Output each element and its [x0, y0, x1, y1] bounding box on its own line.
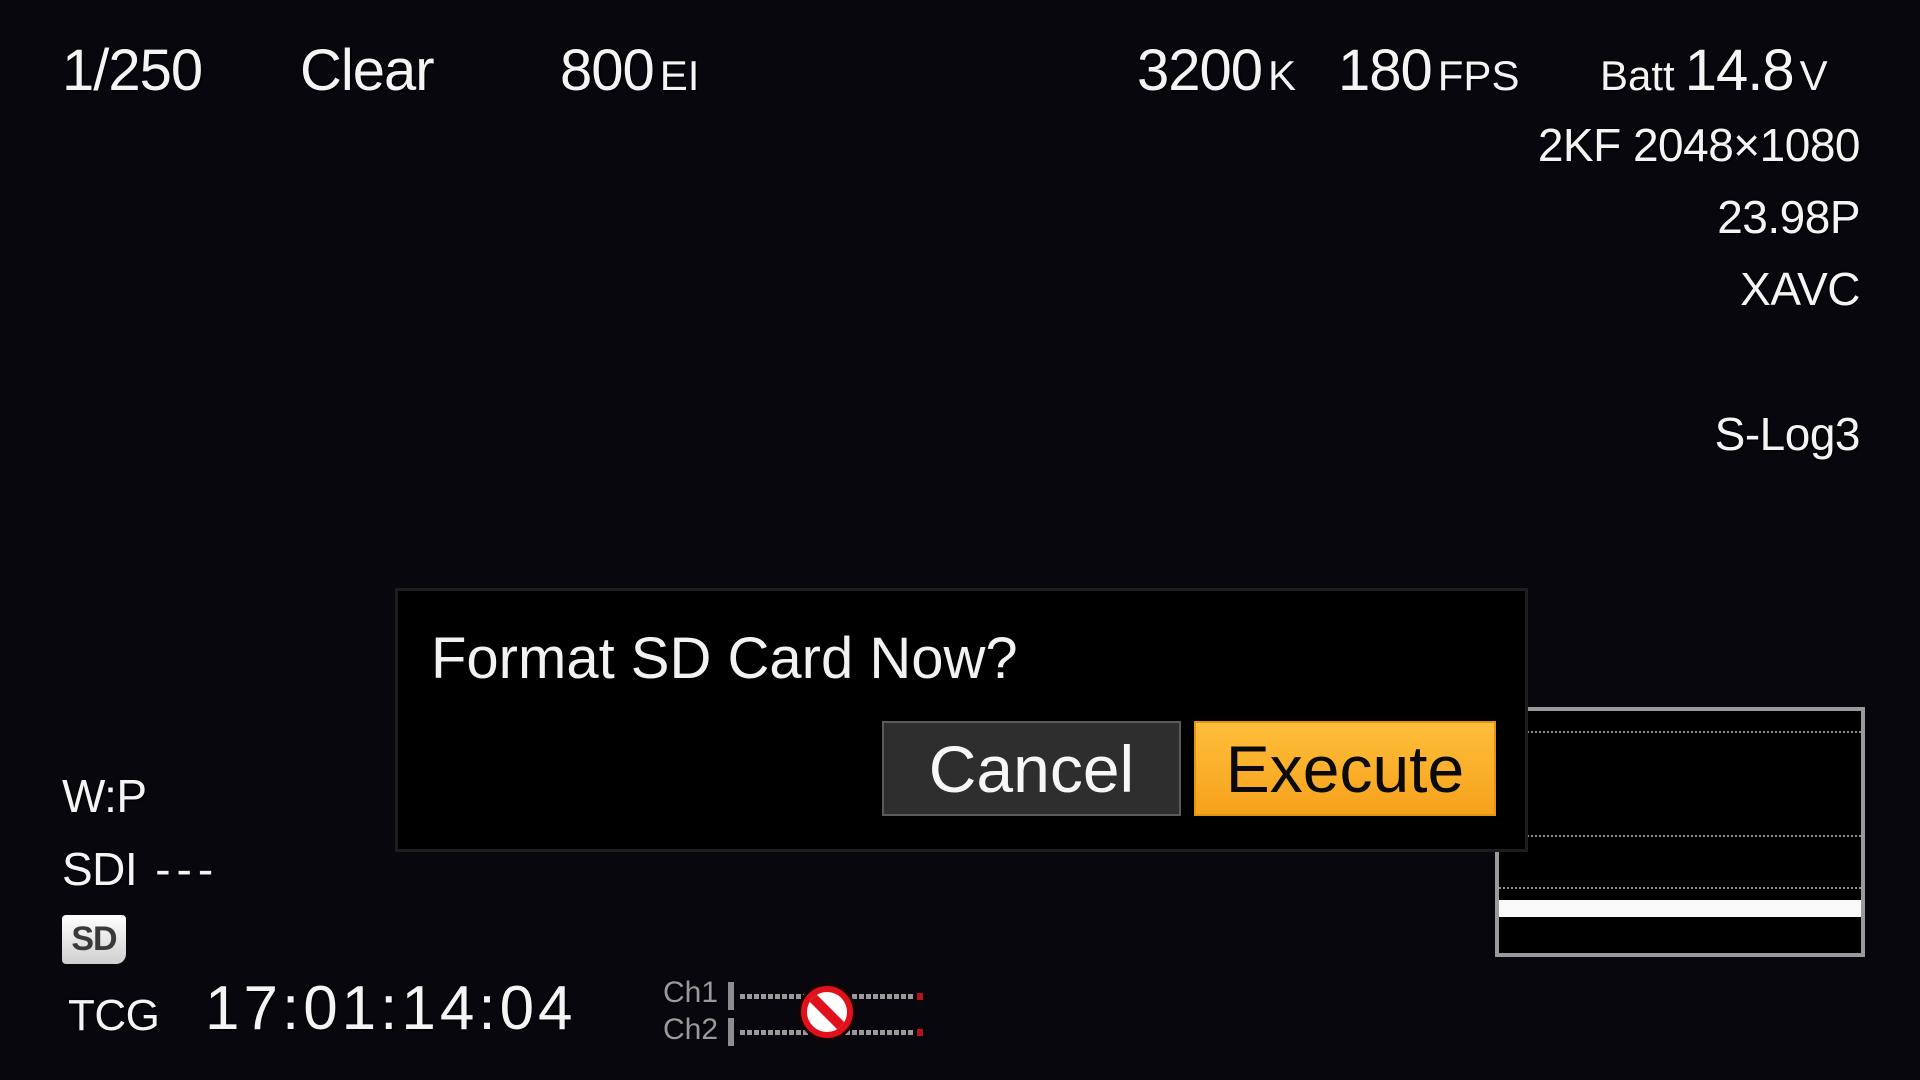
meter-start-mark	[728, 982, 734, 1010]
meter-start-mark	[728, 1018, 734, 1046]
battery-readout: Batt 14.8 V	[1600, 42, 1828, 100]
wp-status: W:P	[62, 770, 147, 822]
white-balance-value: 3200	[1137, 38, 1263, 103]
meter-peak-mark	[917, 1029, 923, 1036]
battery-label: Batt	[1600, 52, 1675, 99]
waveform-monitor	[1495, 707, 1865, 957]
no-entry-icon	[798, 983, 856, 1041]
iso-readout: 800 EI	[560, 42, 699, 100]
channel-1-label: Ch1	[663, 976, 719, 1009]
white-balance-readout: 3200 K	[1137, 42, 1296, 100]
waveform-gridline	[1499, 887, 1861, 889]
timecode-label: TCG	[68, 991, 160, 1040]
waveform-gridline	[1499, 835, 1861, 837]
execute-button[interactable]: Execute	[1194, 721, 1496, 816]
shutter-speed: 1/250	[62, 38, 203, 103]
cancel-button[interactable]: Cancel	[882, 721, 1181, 816]
format-dialog: Format SD Card Now? Cancel Execute	[395, 588, 1528, 852]
battery-value: 14.8	[1684, 38, 1795, 103]
no-entry-icon-bar	[807, 992, 847, 1032]
white-balance-unit: K	[1268, 52, 1297, 99]
recording-format: 2KF 2048×1080	[1537, 119, 1861, 171]
frame-rate-unit: FPS	[1437, 52, 1520, 99]
frame-rate-readout: 180 FPS	[1338, 42, 1519, 100]
sd-card-icon: SD	[62, 915, 126, 964]
gamma-curve: S-Log3	[1714, 408, 1861, 460]
codec: XAVC	[1740, 263, 1860, 315]
channel-2-label: Ch2	[663, 1013, 719, 1046]
dialog-title: Format SD Card Now?	[431, 626, 1018, 691]
project-frame-rate: 23.98P	[1717, 191, 1860, 243]
audio-level-meter: Ch1 Ch2	[663, 975, 928, 1050]
iso-unit: EI	[659, 52, 700, 99]
battery-unit: V	[1799, 52, 1828, 99]
timecode: 17:01:14:04	[205, 974, 577, 1043]
nd-filter: Clear	[300, 38, 435, 103]
sdi-output: SDI ---	[62, 846, 219, 892]
meter-peak-mark	[917, 993, 923, 1000]
iso-value: 800	[560, 38, 655, 103]
sdi-label: SDI	[62, 843, 138, 895]
frame-rate-value: 180	[1338, 38, 1433, 103]
no-entry-icon-face	[807, 992, 847, 1032]
waveform-gridline	[1499, 731, 1861, 733]
waveform-trace	[1499, 900, 1861, 917]
sdi-value: ---	[155, 843, 220, 895]
